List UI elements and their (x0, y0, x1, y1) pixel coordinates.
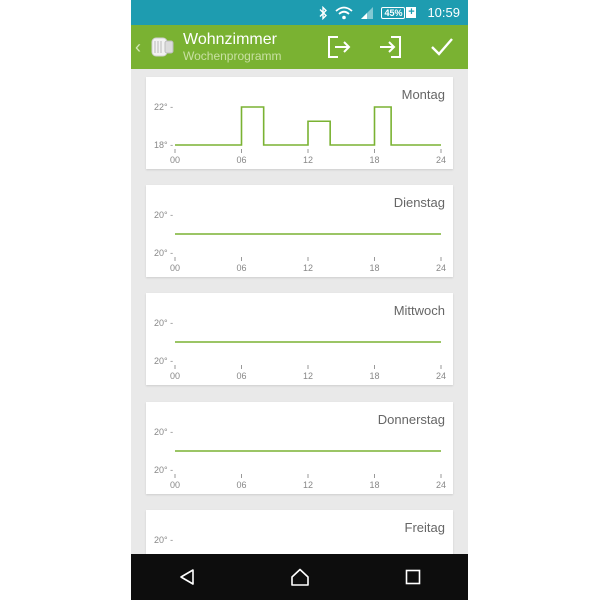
x-tick-label: 24 (436, 371, 446, 381)
signal-icon (361, 6, 374, 19)
x-tick-label: 00 (170, 263, 180, 273)
x-tick-label: 18 (369, 155, 379, 165)
x-tick-label: 00 (170, 480, 180, 490)
temperature-line (175, 106, 441, 146)
x-tick-label: 06 (236, 155, 246, 165)
x-tick-label: 24 (436, 480, 446, 490)
week-program-list: Montag 22° -18° -00 06 12 18 24 Dienstag 20°… (131, 69, 468, 554)
back-chevron-icon[interactable]: ‹ (135, 37, 147, 58)
day-card-freitag[interactable]: Freitag 20° -20° -0006121824 (146, 510, 453, 554)
recent-apps-icon[interactable] (405, 569, 421, 585)
check-icon[interactable] (429, 34, 455, 60)
y-tick-label: 20° - (154, 535, 173, 545)
y-tick-label: 20° - (154, 210, 173, 220)
day-chart: 20° - 20° - 00 06 12 18 24 (154, 427, 446, 490)
day-chart: 22° - 18° - 00 06 12 18 24 (154, 102, 446, 165)
day-chart: 20° - 20° - 00 06 12 18 24 (154, 318, 446, 381)
export-icon[interactable] (326, 34, 352, 60)
day-card-mittwoch[interactable]: Mittwoch 20° -20° -00 06 12 18 24 (146, 293, 453, 385)
x-tick-label: 24 (436, 263, 446, 273)
x-tick-label: 12 (303, 155, 313, 165)
y-tick-label: 20° - (154, 427, 173, 437)
navigation-bar (131, 554, 468, 600)
x-tick-label: 06 (236, 480, 246, 490)
x-tick-label: 24 (436, 155, 446, 165)
y-tick-label: 18° - (154, 140, 173, 150)
page-subtitle: Wochenprogramm (183, 49, 282, 63)
home-icon[interactable] (290, 568, 310, 586)
x-tick-label: 00 (170, 155, 180, 165)
y-tick-label: 20° - (154, 318, 173, 328)
x-tick-label: 18 (369, 480, 379, 490)
x-tick-label: 18 (369, 263, 379, 273)
status-bar: 45% + 10:59 (131, 0, 468, 25)
thermostat-icon (151, 37, 174, 57)
back-icon[interactable] (178, 568, 196, 586)
y-tick-label: 22° - (154, 102, 173, 112)
day-chart: 20° - 20° - 00 06 12 18 24 (154, 210, 446, 273)
clock: 10:59 (427, 5, 460, 20)
day-card-donnerstag[interactable]: Donnerstag 20° -20° -00 06 12 18 24 (146, 402, 453, 494)
day-chart: 20° -20° -0006121824 (154, 535, 173, 545)
x-tick-label: 18 (369, 371, 379, 381)
day-card-montag[interactable]: Montag 22° -18° -00 06 12 18 24 (146, 77, 453, 169)
wifi-icon (335, 6, 354, 19)
y-tick-label: 20° - (154, 465, 173, 475)
day-card-dienstag[interactable]: Dienstag 20° -20° -00 06 12 18 24 (146, 185, 453, 277)
x-tick-label: 00 (170, 371, 180, 381)
x-tick-label: 12 (303, 480, 313, 490)
x-tick-label: 12 (303, 371, 313, 381)
bluetooth-icon (319, 5, 328, 20)
page-title: Wohnzimmer (183, 31, 277, 48)
x-tick-label: 06 (236, 371, 246, 381)
charging-icon: + (406, 6, 417, 18)
app-bar: ‹ Wohnzimmer Wochenprogramm (131, 25, 468, 69)
battery-level: 45% (381, 6, 406, 19)
y-tick-label: 20° - (154, 248, 173, 258)
battery-indicator: 45% + (381, 6, 417, 19)
x-tick-label: 06 (236, 263, 246, 273)
y-tick-label: 20° - (154, 356, 173, 366)
x-tick-label: 12 (303, 263, 313, 273)
import-icon[interactable] (377, 34, 403, 60)
phone-screen: 45% + 10:59 ‹ Wohnzimmer Wochenprogramm (131, 0, 468, 600)
